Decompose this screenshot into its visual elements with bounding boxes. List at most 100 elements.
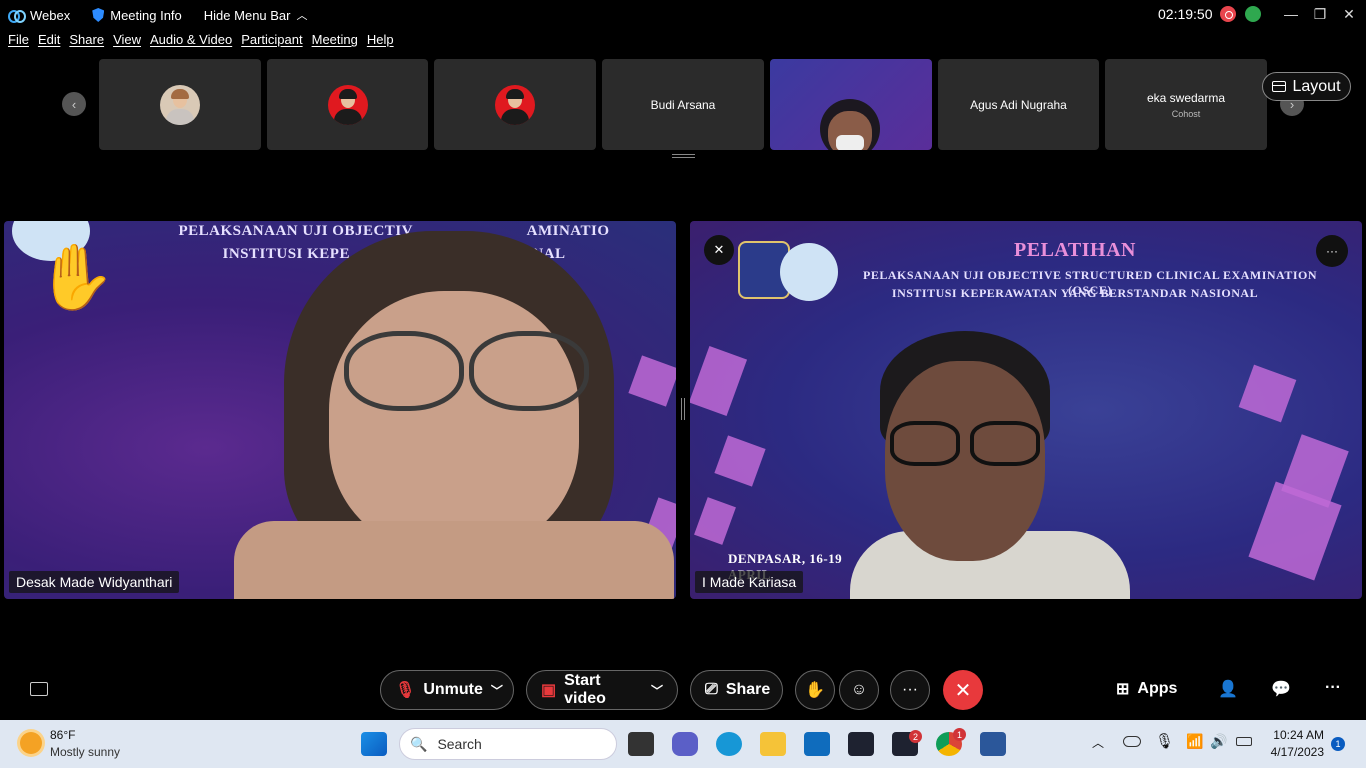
menu-meeting[interactable]: Meeting [312, 32, 358, 56]
unmute-label: Unmute [423, 681, 483, 698]
webex-logo-icon [8, 9, 26, 23]
participant-avatar [495, 84, 535, 125]
participants-button[interactable]: 👤 [1218, 679, 1238, 699]
camera-off-icon: ▣ [541, 682, 557, 699]
layout-button[interactable]: Layout [1262, 72, 1351, 101]
filmstrip-tile-video[interactable] [770, 59, 932, 150]
layout-label: Layout [1292, 77, 1341, 95]
search-icon: 🔍 [410, 735, 428, 752]
slide-title: PELATIHAN [1014, 239, 1136, 261]
stage-resize-handle[interactable] [681, 398, 685, 420]
captions-icon[interactable] [30, 682, 48, 696]
filmstrip-tile[interactable]: Agus Adi Nugraha [938, 59, 1099, 150]
control-bar: 🎙 Unmute ﹀ ▣ Start video ﹀ ⎚ Share ✋ ☺ ·… [0, 670, 1366, 710]
participant-name-tag: I Made Kariasa [695, 571, 804, 593]
word-icon[interactable] [980, 732, 1006, 756]
chat-icon: 💬 [1271, 681, 1291, 698]
raise-hand-button[interactable]: ✋ [795, 670, 835, 710]
recording-icon[interactable] [1220, 6, 1236, 22]
menu-audio-video[interactable]: Audio & Video [150, 32, 232, 56]
participant-avatar [327, 84, 368, 125]
share-button[interactable]: ⎚ Share [690, 670, 783, 710]
chevron-down-icon: ﹀ [650, 683, 663, 698]
participant-video [234, 221, 674, 599]
app-name: Webex [30, 7, 71, 23]
file-explorer-icon[interactable] [760, 732, 786, 756]
taskbar: 86°F Mostly sunny 2 1 ︿ 🎙 📶 🔊 10:24 AM 4… [0, 720, 1366, 768]
mail-icon[interactable] [804, 732, 830, 756]
webex-badge: 2 [909, 730, 922, 743]
institution-logo [780, 243, 838, 301]
unmute-button[interactable]: 🎙 Unmute ﹀ [380, 670, 514, 710]
participant-name-tag: Desak Made Widyanthari [9, 571, 180, 593]
app-menu[interactable]: Webex [8, 8, 70, 23]
more-options-button[interactable]: ··· [890, 670, 930, 710]
mic-muted-icon[interactable]: 🎙 [1155, 732, 1174, 750]
overflow-menu-button[interactable]: ··· [1325, 679, 1341, 697]
shield-icon [92, 8, 105, 22]
filmstrip-tile[interactable] [99, 59, 261, 150]
tile-more-button[interactable]: ··· [1316, 235, 1348, 267]
menu-share[interactable]: Share [69, 32, 104, 56]
start-video-button[interactable]: ▣ Start video ﹀ [526, 670, 678, 710]
participant-avatar [160, 84, 200, 125]
share-label: Share [725, 681, 771, 698]
teams-icon[interactable] [672, 732, 698, 756]
smiley-icon: ☺ [850, 681, 868, 698]
mic-muted-icon: 🎙 [395, 682, 416, 699]
participant-video [850, 331, 1130, 599]
apps-button[interactable]: ⊞ Apps [1116, 679, 1177, 699]
system-time[interactable]: 10:24 AM [1268, 728, 1324, 742]
slide-line-2: INSTITUSI KEPERAWATAN YANG BERSTANDAR NA… [891, 286, 1259, 300]
webex-app-icon[interactable] [848, 732, 874, 756]
menu-file[interactable]: File [8, 32, 29, 56]
system-date[interactable]: 4/17/2023 [1266, 745, 1324, 759]
task-view-icon[interactable] [628, 732, 654, 756]
filmstrip-resize-handle[interactable] [672, 154, 695, 158]
reactions-button[interactable]: ☺ [839, 670, 879, 710]
participant-role: Cohost [1171, 108, 1201, 119]
meeting-info-label: Meeting Info [110, 7, 182, 23]
leave-meeting-button[interactable]: ✕ [943, 670, 983, 710]
chevron-up-icon[interactable]: ︿ [1092, 734, 1104, 751]
menu-edit[interactable]: Edit [38, 32, 60, 56]
title-bar: Webex Meeting Info Hide Menu Bar ︿ 02:19… [0, 0, 1366, 30]
notification-badge[interactable]: 1 [1331, 737, 1345, 751]
meeting-timer: 02:19:50 [1158, 6, 1213, 22]
chat-button[interactable]: 💬 [1271, 679, 1291, 699]
filmstrip-tile[interactable]: eka swedarma Cohost [1105, 59, 1267, 150]
participant-name: Agus Adi Nugraha [970, 97, 1067, 112]
video-tile-left[interactable]: PELAKSANAAN UJI OBJECTIV AMINATIO INSTIT… [4, 221, 676, 599]
meeting-info-button[interactable]: Meeting Info [92, 8, 182, 23]
onedrive-icon[interactable] [1123, 736, 1141, 747]
volume-icon[interactable]: 🔊 [1210, 733, 1227, 750]
video-tile-right[interactable]: ✕ PELATIHAN PELAKSANAAN UJI OBJECTIVE ST… [690, 221, 1362, 599]
wifi-icon[interactable]: 📶 [1186, 733, 1203, 750]
filmstrip-tile[interactable] [267, 59, 428, 150]
network-stats-icon[interactable] [1245, 6, 1261, 22]
participants-icon: 👤 [1218, 681, 1238, 698]
raised-hand-icon: ✋ [36, 241, 116, 313]
hide-menu-bar-button[interactable]: Hide Menu Bar ︿ [204, 7, 308, 23]
weather-temp[interactable]: 86°F [50, 728, 75, 742]
filmstrip-tile[interactable]: Budi Arsana [602, 59, 764, 150]
menu-participant[interactable]: Participant [241, 32, 302, 56]
start-windows-icon[interactable] [361, 732, 387, 756]
weather-icon[interactable] [20, 732, 42, 754]
battery-icon[interactable] [1236, 737, 1252, 746]
chevron-up-icon: ︿ [296, 10, 308, 22]
unpin-icon[interactable]: ✕ [704, 235, 734, 265]
menu-view[interactable]: View [113, 32, 141, 56]
edge-icon[interactable] [716, 732, 742, 756]
layout-icon [1272, 81, 1287, 92]
close-button[interactable]: ✕ [1332, 3, 1366, 25]
menu-help[interactable]: Help [367, 32, 394, 56]
participant-name: Budi Arsana [650, 97, 716, 112]
apps-grid-icon: ⊞ [1116, 681, 1130, 698]
filmstrip-prev-button[interactable]: ‹ [62, 92, 86, 116]
search-placeholder: Search [437, 736, 482, 752]
taskbar-search[interactable]: 🔍 Search [399, 728, 617, 760]
filmstrip-tile[interactable] [434, 59, 596, 150]
start-video-label: Start video [564, 672, 606, 707]
weather-text[interactable]: Mostly sunny [50, 745, 120, 759]
